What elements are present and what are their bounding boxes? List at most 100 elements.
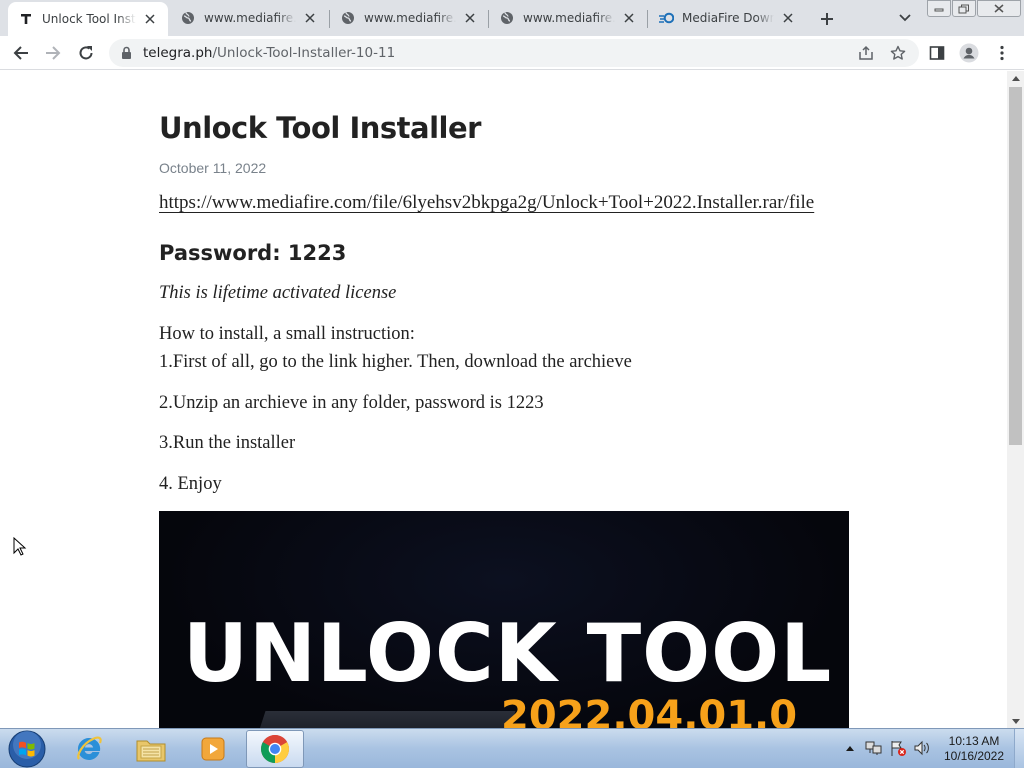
password-heading: Password: 1223 — [159, 241, 347, 265]
tab-title: www.mediafire.com — [523, 11, 615, 25]
taskbar-chrome[interactable] — [246, 730, 304, 768]
show-desktop-button[interactable] — [1014, 729, 1024, 768]
clock-time: 10:13 AM — [948, 734, 1000, 748]
article-date: October 11, 2022 — [159, 160, 267, 176]
tab-unlock-tool[interactable]: Unlock Tool Installer — [8, 2, 168, 36]
show-hidden-icons-button[interactable] — [840, 737, 860, 759]
unlock-tool-banner-image: UNLOCK TOOL 2022.04.01.0 — [159, 511, 849, 728]
bookmark-button[interactable] — [889, 44, 907, 62]
share-icon — [859, 45, 873, 60]
address-bar[interactable]: telegra.ph/Unlock-Tool-Installer-10-11 — [109, 39, 919, 67]
chrome-icon — [261, 735, 289, 763]
caret-up-icon — [846, 746, 854, 751]
restore-icon — [958, 4, 969, 13]
page-viewport: Unlock Tool Installer October 11, 2022 h… — [0, 71, 1007, 728]
flag-error-icon — [891, 741, 906, 756]
arrow-left-icon — [13, 46, 28, 60]
network-tray-button[interactable] — [864, 737, 884, 759]
browser-toolbar: telegra.ph/Unlock-Tool-Installer-10-11 — [0, 36, 1024, 70]
back-button[interactable] — [7, 39, 35, 67]
clock-date: 10/16/2022 — [943, 749, 1005, 763]
taskbar-internet-explorer[interactable] — [60, 730, 118, 768]
kebab-menu-icon — [1000, 45, 1004, 61]
taskbar-clock[interactable]: 10:13 AM 10/16/2022 — [938, 734, 1010, 764]
side-panel-button[interactable] — [925, 41, 949, 65]
menu-button[interactable] — [990, 41, 1014, 65]
window-controls — [927, 0, 1022, 18]
article-title: Unlock Tool Installer — [159, 111, 481, 145]
arrow-right-icon — [46, 46, 61, 60]
globe-icon — [180, 10, 196, 26]
tab-mediafire-3[interactable]: www.mediafire.com — [489, 2, 647, 34]
telegraph-t-icon — [18, 11, 34, 27]
share-button[interactable] — [857, 44, 875, 62]
url-host: telegra.ph — [143, 45, 213, 61]
internet-explorer-icon — [77, 736, 102, 760]
download-link[interactable]: https://www.mediafire.com/file/6lyehsv2b… — [159, 192, 814, 214]
start-button[interactable] — [5, 730, 49, 768]
volume-tray-button[interactable] — [912, 737, 932, 759]
star-icon — [890, 45, 906, 60]
chevron-down-icon — [899, 14, 911, 22]
windows-taskbar: 10:13 AM 10/16/2022 — [0, 728, 1024, 768]
tab-search-button[interactable] — [893, 6, 917, 30]
folder-icon — [136, 740, 166, 762]
device-shape — [252, 711, 516, 728]
tab-mediafire-1[interactable]: www.mediafire.com — [170, 2, 328, 34]
reload-button[interactable] — [72, 39, 100, 67]
tab-strip: Unlock Tool Installer www.mediafire.com … — [0, 0, 1024, 36]
instruction-step: 3.Run the installer — [159, 433, 296, 453]
window-close-button[interactable] — [977, 0, 1021, 17]
license-note: This is lifetime activated license — [159, 283, 397, 303]
tab-title: www.mediafire.com — [364, 11, 456, 25]
media-player-icon — [201, 737, 225, 761]
scroll-down-button[interactable] — [1007, 714, 1024, 728]
caret-down-icon — [1011, 718, 1020, 724]
mouse-cursor-icon — [13, 537, 27, 556]
url-path: /Unlock-Tool-Installer-10-11 — [212, 45, 396, 61]
reload-icon — [79, 46, 93, 60]
plus-icon — [821, 13, 833, 25]
tab-mediafire-2[interactable]: www.mediafire.com — [330, 2, 488, 34]
globe-icon — [499, 10, 515, 26]
tab-close-icon[interactable] — [462, 10, 478, 26]
tab-title: www.mediafire.com — [204, 11, 296, 25]
action-center-tray-button[interactable] — [888, 737, 908, 759]
system-tray — [840, 737, 936, 759]
tab-close-icon[interactable] — [142, 11, 158, 27]
taskbar-file-explorer[interactable] — [122, 730, 180, 768]
tab-close-icon[interactable] — [302, 10, 318, 26]
avatar-icon — [959, 43, 979, 63]
minimize-icon — [934, 8, 944, 11]
instruction-step: 1.First of all, go to the link higher. T… — [159, 352, 632, 372]
network-icon — [865, 741, 882, 755]
side-panel-icon — [929, 46, 945, 60]
mediafire-icon — [658, 10, 674, 26]
tab-title: MediaFire Download — [682, 11, 774, 25]
globe-icon — [340, 10, 356, 26]
tab-close-icon[interactable] — [780, 10, 796, 26]
banner-version: 2022.04.01.0 — [501, 693, 798, 728]
banner-title: UNLOCK TOOL — [183, 607, 833, 700]
taskbar-media-player[interactable] — [184, 730, 242, 768]
lock-icon[interactable] — [121, 46, 135, 60]
windows-logo-icon — [8, 730, 46, 768]
profile-button[interactable] — [957, 41, 981, 65]
restore-button[interactable] — [952, 0, 976, 17]
instruction-step: 2.Unzip an archieve in any folder, passw… — [159, 393, 544, 413]
url-text: telegra.ph/Unlock-Tool-Installer-10-11 — [143, 45, 395, 61]
tab-mediafire-download[interactable]: MediaFire Download — [648, 2, 806, 34]
caret-up-icon — [1011, 75, 1020, 81]
close-icon — [994, 4, 1004, 13]
tab-title: Unlock Tool Installer — [42, 12, 136, 26]
instruction-intro: How to install, a small instruction: — [159, 324, 415, 344]
instruction-step: 4. Enjoy — [159, 474, 222, 494]
minimize-button[interactable] — [927, 0, 951, 17]
forward-button[interactable] — [39, 39, 67, 67]
speaker-icon — [914, 740, 929, 756]
tab-close-icon[interactable] — [621, 10, 637, 26]
scrollbar-thumb[interactable] — [1009, 87, 1022, 445]
new-tab-button[interactable] — [814, 6, 840, 32]
vertical-scrollbar[interactable] — [1007, 71, 1024, 728]
scroll-up-button[interactable] — [1007, 71, 1024, 85]
